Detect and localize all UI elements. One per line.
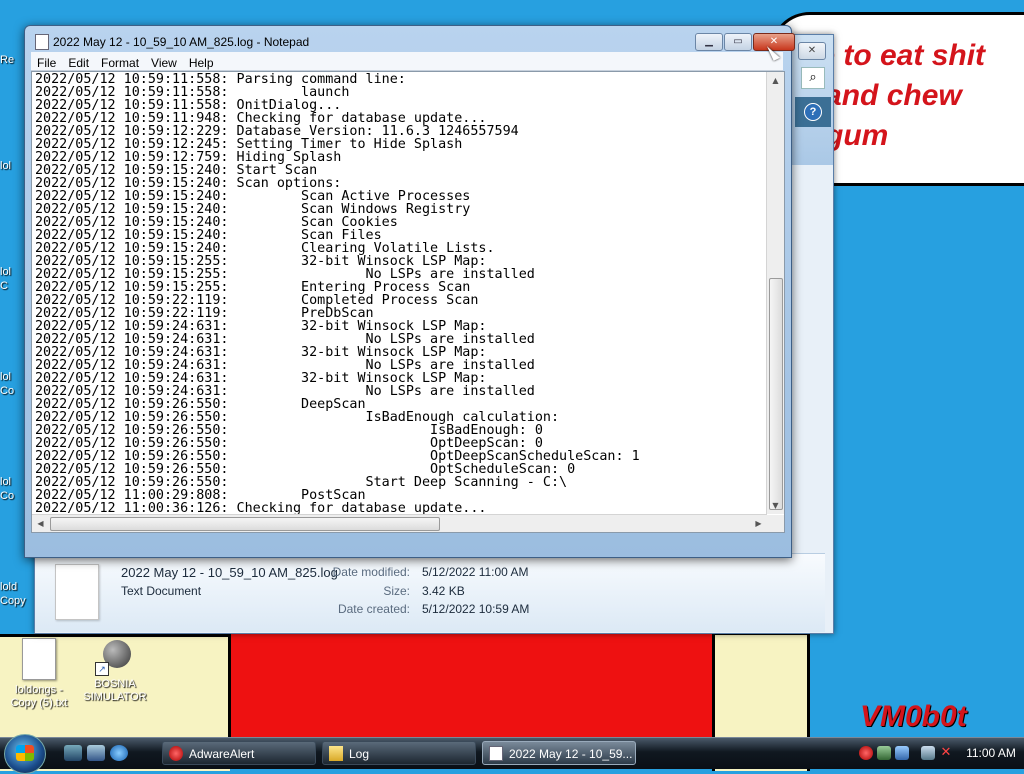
taskbar-clock[interactable]: 11:00 AM xyxy=(961,738,1021,769)
desktop-icon-label-partial[interactable]: lold Copy xyxy=(0,580,26,608)
desktop-icon-label: BOSNIA SIMULATOR xyxy=(83,678,147,703)
date-modified-value: 5/12/2022 11:00 AM xyxy=(422,565,529,579)
desktop-icon-label-partial[interactable]: lol Co xyxy=(0,370,14,398)
details-pane: 2022 May 12 - 10_59_10 AM_825.log Text D… xyxy=(35,553,825,632)
internet-explorer-icon[interactable] xyxy=(110,745,128,761)
taskbar-button-label: 2022 May 12 - 10_59... xyxy=(509,747,633,761)
desktop-icon-label-partial[interactable]: lol C xyxy=(0,265,11,293)
menu-format[interactable]: Format xyxy=(95,54,145,72)
menu-bar: File Edit Format View Help xyxy=(31,52,783,71)
notepad-window[interactable]: 2022 May 12 - 10_59_10 AM_825.log - Note… xyxy=(24,25,795,558)
start-button[interactable] xyxy=(4,734,46,774)
wallpaper-signature: VM0b0t xyxy=(860,700,967,733)
vertical-scrollbar[interactable]: ▲ ▼ xyxy=(766,72,784,514)
notepad-icon xyxy=(35,34,49,50)
folder-icon xyxy=(329,746,343,761)
text-editor[interactable]: 2022/05/12 10:59:11:558: Parsing command… xyxy=(31,71,785,533)
menu-help[interactable]: Help xyxy=(183,54,220,72)
desktop-icon-label-partial[interactable]: lol Co xyxy=(0,475,14,503)
desktop-icon-label-partial[interactable]: Re xyxy=(0,54,14,66)
menu-view[interactable]: View xyxy=(145,54,183,72)
maximize-button[interactable]: ▭ xyxy=(724,33,752,51)
document-icon xyxy=(55,564,99,620)
size-value: 3.42 KB xyxy=(422,584,465,598)
taskbar-button-label: Log xyxy=(349,747,370,761)
windows-logo-icon xyxy=(16,745,34,761)
desktop-icon-loldongs[interactable]: loldongs - Copy (5).txt xyxy=(2,638,76,710)
desktop-icon-bosnia-simulator[interactable]: ↗ BOSNIA SIMULATOR xyxy=(78,634,152,704)
date-created-value: 5/12/2022 10:59 AM xyxy=(422,602,530,616)
network-tray-icon[interactable] xyxy=(877,746,891,760)
show-desktop-icon[interactable] xyxy=(64,745,82,761)
desktop-icon-label: loldongs - Copy (5).txt xyxy=(10,684,68,709)
desktop-icon-label-partial[interactable]: lol xyxy=(0,160,11,172)
size-label: Size: xyxy=(383,584,410,598)
vertical-scroll-thumb[interactable] xyxy=(769,278,783,510)
taskbar-button-log-folder[interactable]: Log xyxy=(322,741,476,765)
system-tray: ✕ 11:00 AM xyxy=(855,738,1024,769)
menu-edit[interactable]: Edit xyxy=(62,54,95,72)
menu-file[interactable]: File xyxy=(31,54,62,72)
taskbar-button-label: AdwareAlert xyxy=(189,747,255,761)
search-icon[interactable]: ⌕ xyxy=(801,67,825,89)
help-icon: ? xyxy=(804,103,822,121)
minimize-button[interactable]: ▁ xyxy=(695,33,723,51)
date-created-label: Date created: xyxy=(337,602,410,616)
window-title: 2022 May 12 - 10_59_10 AM_825.log - Note… xyxy=(53,35,310,49)
explorer-close-button[interactable]: ✕ xyxy=(798,42,826,60)
scroll-right-arrow-icon[interactable]: ▶ xyxy=(750,515,767,532)
taskbar-button-adwarealert[interactable]: AdwareAlert xyxy=(162,741,316,765)
scroll-up-arrow-icon[interactable]: ▲ xyxy=(767,72,784,89)
details-file-type: Text Document xyxy=(121,584,202,598)
taskbar-button-notepad[interactable]: 2022 May 12 - 10_59... xyxy=(482,741,636,765)
scroll-left-arrow-icon[interactable]: ◀ xyxy=(32,515,49,532)
volume-muted-icon[interactable]: ✕ xyxy=(939,746,953,760)
scroll-corner xyxy=(767,515,784,532)
mine-shortcut-icon: ↗ xyxy=(95,634,131,676)
horizontal-scrollbar[interactable]: ◀ ▶ xyxy=(32,514,767,532)
scroll-down-arrow-icon[interactable]: ▼ xyxy=(767,497,784,514)
date-modified-label: Date modified: xyxy=(332,565,410,579)
security-shield-tray-icon[interactable] xyxy=(895,746,909,760)
log-text-content[interactable]: 2022/05/12 10:59:11:558: Parsing command… xyxy=(35,73,763,529)
notepad-icon xyxy=(489,746,503,761)
taskbar: AdwareAlert Log 2022 May 12 - 10_59... ✕… xyxy=(0,734,1024,774)
adwarealert-tray-icon[interactable] xyxy=(859,746,873,760)
network-connection-icon[interactable] xyxy=(921,746,935,760)
horizontal-scroll-thumb[interactable] xyxy=(50,517,440,531)
text-file-icon xyxy=(22,638,56,680)
adwarealert-icon xyxy=(169,746,183,761)
help-button[interactable]: ? xyxy=(795,97,831,127)
switch-windows-icon[interactable] xyxy=(87,745,105,761)
